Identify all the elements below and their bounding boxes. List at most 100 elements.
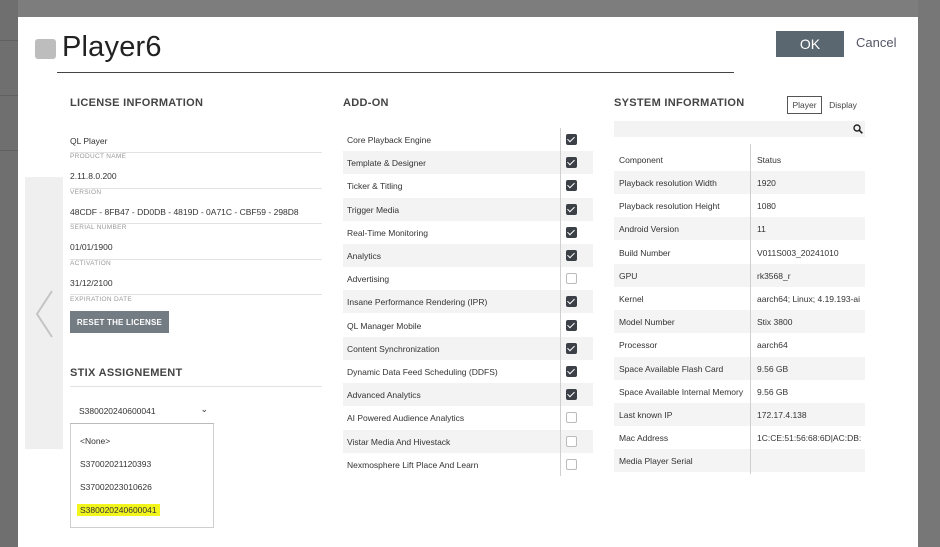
addon-item: Advanced Analytics (343, 383, 593, 407)
stix-option-none[interactable]: <None> (80, 436, 110, 446)
addon-item: Template & Designer (343, 151, 593, 175)
system-row-key: Last known IP (619, 410, 673, 420)
addon-item-label: Advertising (347, 274, 390, 285)
checkbox-icon[interactable] (566, 226, 577, 238)
system-row-value: rk3568_r (757, 270, 791, 281)
ok-button[interactable]: OK (776, 31, 844, 57)
stix-selected-value: S380020240600041 (79, 406, 156, 416)
addon-item: Vistar Media And Hivestack (343, 429, 593, 453)
system-row-value: 1C:CE:51:56:68:6D|AC:DB: (757, 433, 862, 444)
previous-player-button[interactable] (25, 177, 63, 449)
component-header: Component (619, 155, 663, 165)
checkbox-icon[interactable] (566, 458, 577, 470)
addon-item-label: Analytics (347, 251, 382, 261)
checkbox-icon[interactable] (566, 250, 577, 261)
activation-field: 01/01/1900 (70, 242, 322, 260)
system-row: Playback resolution Width 1920 (614, 171, 865, 194)
checkbox-icon[interactable] (566, 134, 577, 145)
stix-option[interactable]: S37002023010626 (80, 482, 152, 492)
page-title: Player6 (62, 31, 162, 63)
chevron-left-icon (35, 290, 53, 338)
background-divider (0, 150, 18, 151)
serial-number-field: 48CDF - 8FB47 - DD0DB - 4819D - 0A71C - … (70, 207, 322, 224)
addon-item-label: Real-Time Monitoring (347, 227, 428, 238)
system-row-value: 1920 (757, 178, 776, 188)
version-label: VERSION (70, 189, 102, 196)
checkbox-icon[interactable] (566, 203, 577, 215)
checkbox-icon[interactable] (566, 296, 577, 308)
stix-section-title: STIX ASSIGNEMENT (70, 367, 183, 379)
stix-option[interactable]: S37002021120393 (80, 459, 151, 469)
player-modal: Player6 OK Cancel LICENSE INFORMATION QL… (18, 17, 918, 547)
tab-display[interactable]: Display (827, 96, 859, 114)
expiration-date-value: 31/12/2100 (70, 278, 113, 288)
background-sidebar (0, 0, 18, 547)
activation-value: 01/01/1900 (70, 242, 113, 252)
system-row-key: Processor (619, 340, 658, 351)
stix-select[interactable]: S380020240600041 ⌄ (70, 400, 214, 424)
system-search-input[interactable] (614, 121, 865, 137)
system-row: Space Available Internal Memory 9.56 GB (614, 380, 865, 403)
checkbox-icon[interactable] (566, 273, 577, 285)
checkbox-icon[interactable] (566, 319, 577, 331)
addon-item: Advertising (343, 267, 593, 290)
background-right-panel (918, 0, 940, 547)
addon-section-title: ADD-ON (343, 97, 389, 109)
system-row-value: 9.56 GB (757, 363, 789, 374)
license-section-title: LICENSE INFORMATION (70, 97, 204, 109)
addon-item: QL Manager Mobile (343, 314, 593, 337)
reset-license-button[interactable]: RESET THE LICENSE (70, 311, 169, 333)
system-row-key: Space Available Flash Card (619, 363, 724, 374)
search-icon[interactable] (853, 124, 863, 134)
checkbox-icon[interactable] (566, 342, 577, 354)
addon-item-label: Core Playback Engine (347, 135, 432, 145)
stix-option-highlighted[interactable]: S380020240600041 (77, 504, 160, 516)
system-row: Android Version 11 (614, 217, 865, 241)
addon-item-label: Advanced Analytics (347, 390, 421, 401)
system-section-title: SYSTEM INFORMATION (614, 97, 745, 109)
checkbox-icon[interactable] (566, 366, 577, 377)
status-header: Status (757, 155, 782, 165)
addon-item-label: Template & Designer (347, 158, 426, 169)
system-column-divider (750, 144, 751, 474)
expiration-date-label: EXPIRATION DATE (70, 296, 133, 303)
cancel-button[interactable]: Cancel (856, 35, 896, 50)
tab-player[interactable]: Player (787, 96, 822, 114)
system-row-value: 172.17.4.138 (757, 410, 807, 420)
system-row-value: Stix 3800 (757, 317, 793, 328)
product-name-field: QL Player (70, 136, 322, 153)
checkbox-icon[interactable] (566, 180, 577, 192)
system-row: Space Available Flash Card 9.56 GB (614, 356, 865, 380)
system-row-value: aarch64; Linux; 4.19.193-ai (757, 294, 861, 304)
serial-number-label: SERIAL NUMBER (70, 224, 127, 231)
addon-item-label: Vistar Media And Hivestack (347, 436, 451, 447)
addon-item-label: QL Manager Mobile (347, 320, 422, 331)
version-field: 2.11.8.0.200 (70, 171, 322, 189)
checkbox-icon[interactable] (566, 412, 577, 424)
system-row-value: 1080 (757, 201, 776, 212)
player-icon (35, 39, 56, 59)
addon-item: Core Playback Engine (343, 128, 593, 151)
addon-item: AI Powered Audience Analytics (343, 406, 593, 429)
checkbox-icon[interactable] (566, 157, 577, 169)
system-row: Processor aarch64 (614, 333, 865, 356)
system-row: Mac Address 1C:CE:51:56:68:6D|AC:DB: (614, 426, 865, 449)
addon-item-label: Nexmosphere Lift Place And Learn (347, 459, 479, 470)
system-row: Last known IP 172.17.4.138 (614, 403, 865, 426)
system-row-key: Playback resolution Height (619, 201, 720, 212)
addon-item: Analytics (343, 244, 593, 267)
addon-item: Real-Time Monitoring (343, 221, 593, 244)
system-row-key: Kernel (619, 294, 644, 304)
system-row-value: 9.56 GB (757, 386, 789, 397)
system-row-value: aarch64 (757, 340, 788, 351)
background-divider (0, 40, 18, 41)
system-row-key: Playback resolution Width (619, 178, 717, 188)
system-row-key: Media Player Serial (619, 456, 693, 467)
addon-item: Trigger Media (343, 197, 593, 221)
addon-item-label: Dynamic Data Feed Scheduling (DDFS) (347, 367, 498, 377)
system-row: Playback resolution Height 1080 (614, 194, 865, 217)
background-divider (0, 95, 18, 96)
system-row-key: Build Number (619, 247, 671, 258)
checkbox-icon[interactable] (566, 435, 577, 447)
checkbox-icon[interactable] (566, 389, 577, 401)
